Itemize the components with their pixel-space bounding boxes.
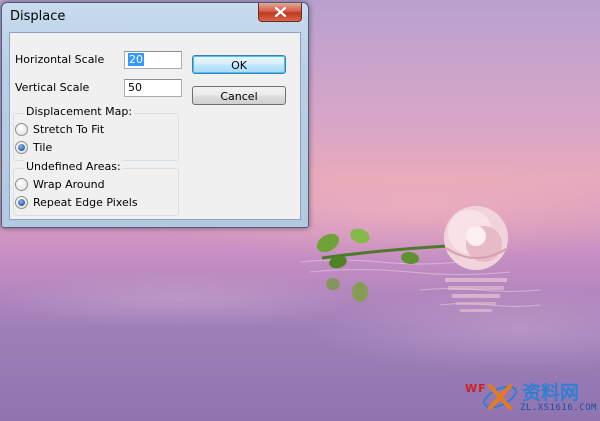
radio-button[interactable] — [15, 123, 28, 136]
close-button[interactable] — [258, 3, 302, 22]
radio-button[interactable] — [15, 178, 28, 191]
ok-button[interactable]: OK — [192, 55, 286, 74]
radio-wrap-around[interactable]: Wrap Around — [15, 178, 105, 191]
dialog-client: Horizontal Scale 20 Vertical Scale 50 Di… — [9, 32, 301, 220]
title-bar[interactable]: Displace — [2, 3, 308, 31]
watermark-title: 资料网 — [522, 382, 580, 404]
watermark-logo-icon — [483, 384, 517, 410]
radio-label: Tile — [33, 141, 53, 154]
vertical-scale-label: Vertical Scale — [15, 81, 90, 94]
radio-button[interactable] — [15, 141, 28, 154]
radio-repeat-edge-pixels[interactable]: Repeat Edge Pixels — [15, 196, 138, 209]
horizontal-scale-label: Horizontal Scale — [15, 53, 105, 66]
radio-stretch-to-fit[interactable]: Stretch To Fit — [15, 123, 104, 136]
horizontal-scale-input[interactable]: 20 — [124, 51, 182, 69]
radio-label: Wrap Around — [33, 178, 105, 191]
radio-tile[interactable]: Tile — [15, 141, 52, 154]
cancel-button[interactable]: Cancel — [192, 86, 286, 105]
watermark-url: ZL.XS1616.COM — [520, 403, 597, 413]
displacement-map-legend: Displacement Map: — [24, 105, 135, 118]
window-title: Displace — [10, 9, 66, 24]
vertical-scale-input[interactable]: 50 — [124, 79, 182, 97]
close-icon — [274, 7, 286, 17]
radio-button[interactable] — [15, 196, 28, 209]
horizontal-scale-value: 20 — [128, 53, 144, 66]
displace-dialog: Displace Horizontal Scale 20 Vertical Sc… — [1, 2, 309, 228]
radio-label: Repeat Edge Pixels — [33, 196, 138, 209]
vertical-scale-value: 50 — [128, 81, 142, 94]
undefined-areas-legend: Undefined Areas: — [24, 160, 123, 173]
radio-label: Stretch To Fit — [33, 123, 105, 136]
